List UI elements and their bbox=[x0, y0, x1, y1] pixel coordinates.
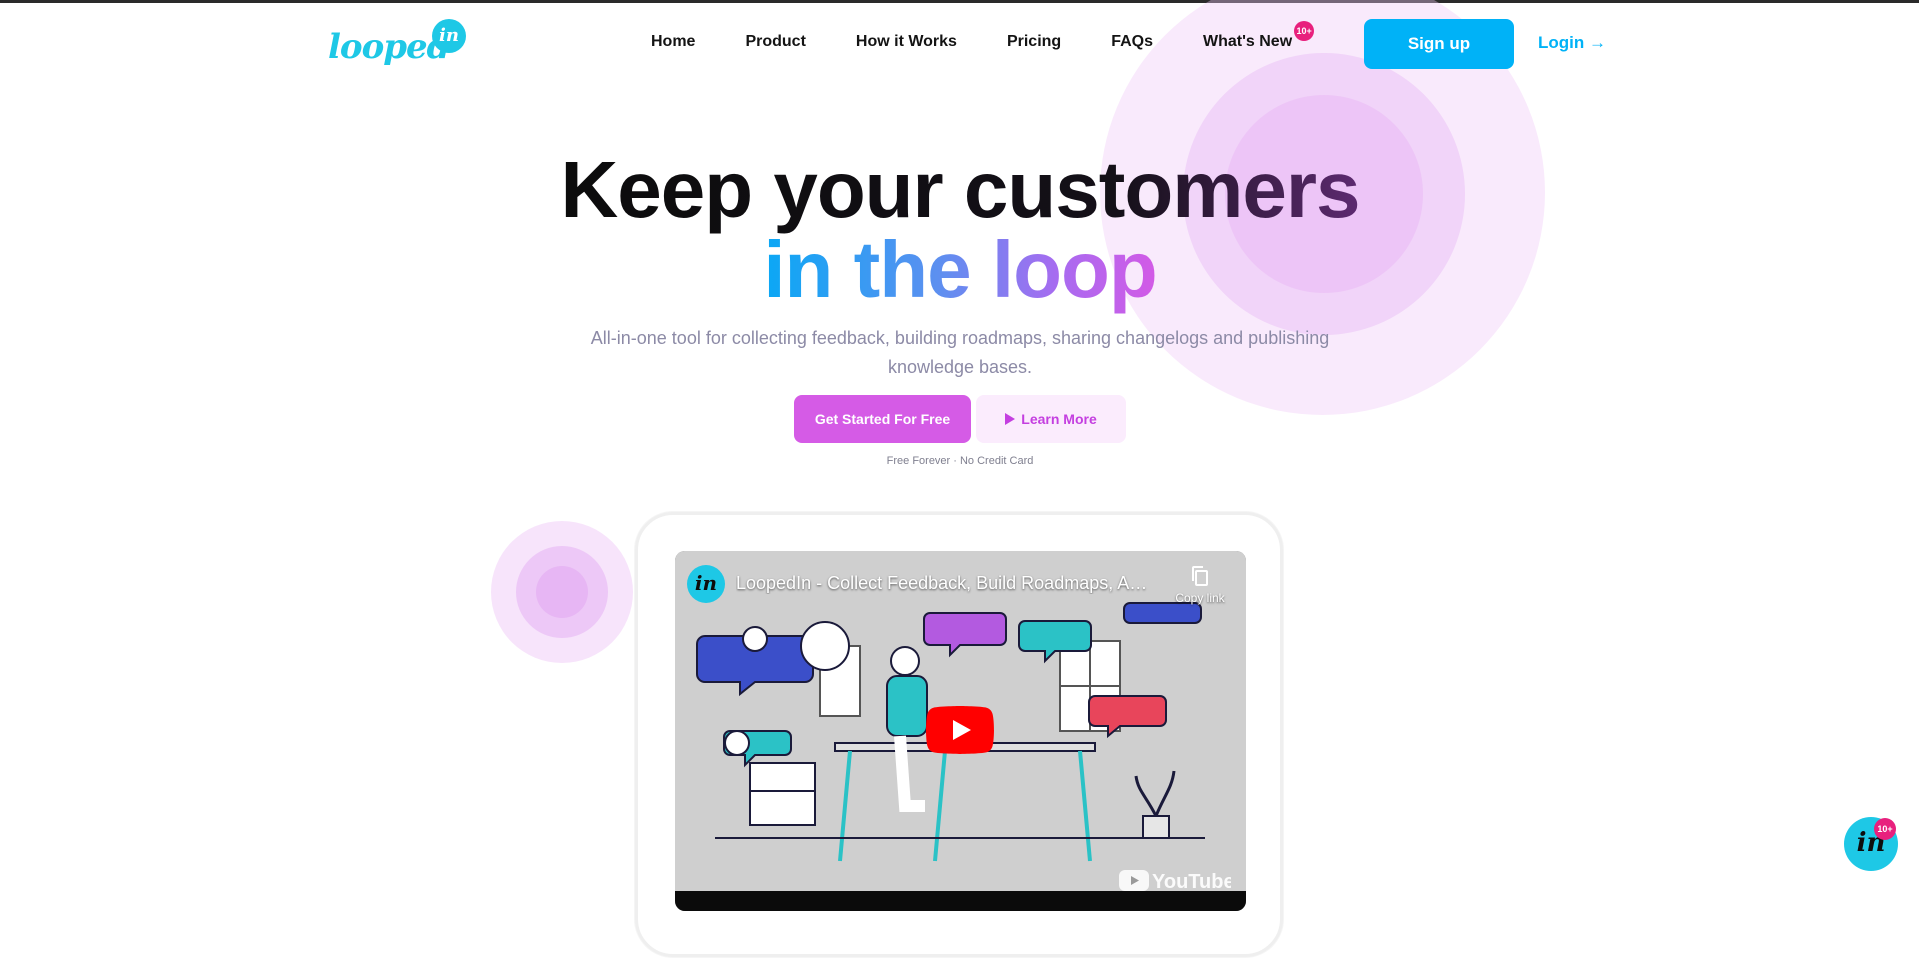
nav-item-pricing[interactable]: Pricing bbox=[1007, 33, 1061, 51]
channel-avatar[interactable]: in bbox=[687, 565, 725, 603]
hero-title-line2-text: in the loop bbox=[763, 225, 1157, 314]
signup-button[interactable]: Sign up bbox=[1364, 19, 1514, 69]
logo[interactable]: looped in bbox=[328, 15, 466, 71]
main-nav: Home Product How it Works Pricing FAQs W… bbox=[651, 21, 1342, 51]
learn-more-button[interactable]: Learn More bbox=[976, 395, 1126, 443]
nav-item-how-it-works[interactable]: How it Works bbox=[856, 33, 957, 51]
hero-subtitle: All-in-one tool for collecting feedback,… bbox=[590, 328, 1330, 377]
decor-circle-small-inner bbox=[536, 566, 588, 618]
widget-badge: 10+ bbox=[1874, 818, 1896, 840]
nav-item-whats-new-label: What's New bbox=[1202, 33, 1293, 50]
nav-item-product[interactable]: Product bbox=[745, 33, 805, 51]
youtube-logo-icon[interactable]: YouTube bbox=[1119, 867, 1231, 893]
copy-icon bbox=[1192, 566, 1208, 586]
learn-more-label: Learn More bbox=[1021, 411, 1097, 427]
video-player[interactable]: in LoopedIn - Collect Feedback, Build Ro… bbox=[675, 551, 1246, 911]
hero-note: Free Forever · No Credit Card bbox=[886, 455, 1034, 467]
login-link[interactable]: Login → bbox=[1538, 33, 1606, 53]
video-title[interactable]: LoopedIn - Collect Feedback, Build Roadm… bbox=[736, 573, 1156, 594]
logo-badge: in bbox=[432, 19, 466, 53]
hero-title-line1: Keep your customers bbox=[480, 150, 1440, 230]
get-started-button[interactable]: Get Started For Free bbox=[794, 395, 971, 443]
nav-item-faqs[interactable]: FAQs bbox=[1111, 33, 1153, 51]
play-icon[interactable] bbox=[926, 706, 994, 754]
nav-item-home[interactable]: Home bbox=[651, 33, 695, 51]
youtube-wordmark: YouTube bbox=[1152, 871, 1231, 893]
top-border bbox=[0, 0, 1919, 3]
whats-new-badge: 10+ bbox=[1294, 21, 1315, 41]
play-icon bbox=[1005, 413, 1016, 425]
copy-link-button[interactable]: Copy link bbox=[1165, 565, 1235, 605]
page: looped in Home Product How it Works Pric… bbox=[0, 0, 1919, 965]
nav-item-whats-new[interactable]: What's New 10+ bbox=[1202, 21, 1315, 51]
hero-title-line2: in the loop bbox=[480, 230, 1440, 310]
hero-title-line1-text: Keep your customers bbox=[560, 145, 1360, 234]
copy-link-label: Copy link bbox=[1175, 591, 1225, 605]
